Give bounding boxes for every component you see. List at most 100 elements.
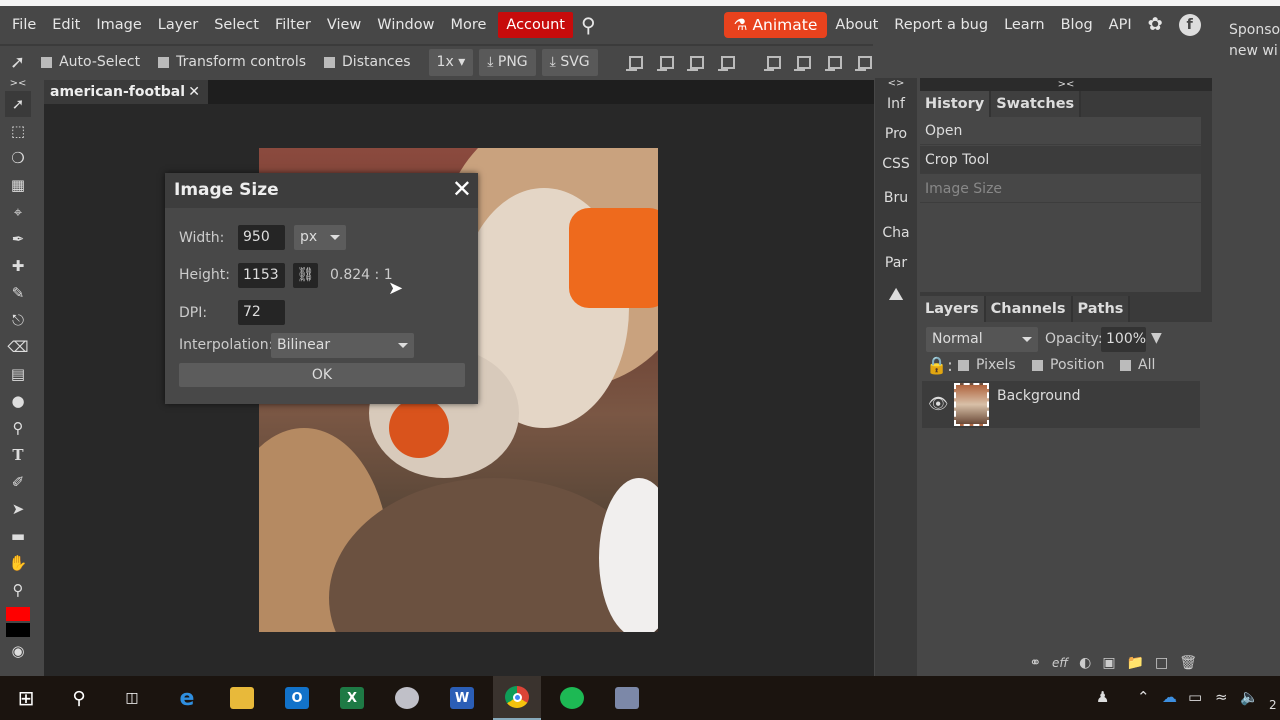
align-center-h-icon[interactable] [656, 53, 673, 71]
mini-brush[interactable]: Bru [875, 190, 917, 206]
close-tab-icon[interactable]: ✕ [188, 80, 200, 104]
twitter-icon[interactable]: ✿ [1140, 12, 1171, 38]
stamp-tool-icon[interactable]: ⎋ [5, 307, 31, 333]
edge-icon[interactable]: e [163, 676, 211, 720]
auto-select-checkbox[interactable]: Auto-Select [41, 54, 140, 70]
magic-wand-tool-icon[interactable]: ▦ [5, 172, 31, 198]
align-left-icon[interactable] [625, 53, 643, 71]
clock[interactable]: 2 [1269, 698, 1277, 712]
excel-icon[interactable]: X [328, 676, 376, 720]
image-icon[interactable]: ⛰ [875, 284, 917, 305]
menu-select[interactable]: Select [206, 12, 267, 38]
path-select-tool-icon[interactable]: ➤ [5, 496, 31, 522]
collapse-icon[interactable]: >< [0, 78, 36, 90]
zoom-tool-icon[interactable]: ⚲ [5, 577, 31, 603]
search-icon[interactable]: ⚲ [55, 676, 103, 720]
move-tool-icon[interactable]: ➚ [5, 91, 31, 117]
search-icon[interactable]: ⚲ [573, 12, 604, 38]
gradient-tool-icon[interactable]: ▤ [5, 361, 31, 387]
expand-icon[interactable]: <> [875, 78, 917, 89]
unit-select[interactable]: px [294, 225, 346, 250]
outlook-icon[interactable]: O [273, 676, 321, 720]
battery-icon[interactable]: ▭ [1188, 688, 1202, 706]
mask-icon[interactable]: ▣ [1102, 655, 1115, 671]
link-about[interactable]: About [827, 12, 886, 38]
app-icon[interactable] [603, 676, 651, 720]
snipping-icon[interactable] [383, 676, 431, 720]
scale-dropdown[interactable]: 1x ▾ [428, 48, 474, 76]
menu-image[interactable]: Image [88, 12, 149, 38]
blur-tool-icon[interactable]: ● [5, 388, 31, 414]
brush-tool-icon[interactable]: ✎ [5, 280, 31, 306]
task-view-icon[interactable]: ◫ [108, 676, 156, 720]
tab-layers[interactable]: Layers [920, 296, 986, 322]
trash-icon[interactable]: 🗑 [1179, 655, 1197, 671]
lock-all-checkbox[interactable]: All [1120, 357, 1155, 373]
eye-icon[interactable]: 👁 [928, 394, 948, 413]
history-item[interactable]: Crop Tool [920, 146, 1201, 174]
eyedropper-tool-icon[interactable]: ✒ [5, 226, 31, 252]
tab-paths[interactable]: Paths [1072, 296, 1131, 322]
volume-icon[interactable]: 🔈 [1240, 688, 1259, 706]
ok-button[interactable]: OK [179, 363, 465, 387]
shape-tool-icon[interactable]: ▬ [5, 523, 31, 549]
collapse-panels-icon[interactable]: >< [920, 78, 1212, 91]
new-layer-icon[interactable]: □ [1155, 655, 1168, 671]
opacity-dropdown-icon[interactable]: ▼ [1151, 330, 1162, 346]
healing-tool-icon[interactable]: ✚ [5, 253, 31, 279]
mini-paragraph[interactable]: Par [875, 255, 917, 271]
tab-swatches[interactable]: Swatches [991, 91, 1082, 117]
align-top-icon[interactable] [763, 53, 781, 71]
chrome-icon[interactable] [493, 676, 541, 720]
export-png-button[interactable]: ⤓ PNG [479, 48, 536, 76]
foreground-color-swatch[interactable] [6, 607, 30, 621]
tab-history[interactable]: History [920, 91, 992, 117]
align-right-icon[interactable] [687, 53, 704, 71]
file-explorer-icon[interactable] [218, 676, 266, 720]
height-input[interactable]: 1153 [238, 263, 285, 288]
menu-view[interactable]: View [319, 12, 369, 38]
document-tab[interactable]: american-footbal ✕ [44, 80, 208, 104]
link-learn[interactable]: Learn [996, 12, 1053, 38]
menu-window[interactable]: Window [369, 12, 442, 38]
link-chain-icon[interactable]: ⛓ [293, 263, 318, 288]
distances-checkbox[interactable]: Distances [324, 54, 411, 70]
history-item[interactable]: Image Size [920, 175, 1201, 203]
adjustment-icon[interactable]: ◐ [1079, 655, 1091, 671]
quick-mask-icon[interactable]: ◉ [5, 638, 31, 664]
pen-tool-icon[interactable]: ✐ [5, 469, 31, 495]
link-layers-icon[interactable]: ⚭ [1029, 655, 1041, 671]
align-middle-icon[interactable] [794, 53, 811, 71]
link-report-bug[interactable]: Report a bug [886, 12, 996, 38]
lasso-tool-icon[interactable]: ❍ [5, 145, 31, 171]
menu-layer[interactable]: Layer [150, 12, 206, 38]
align-bottom-icon[interactable] [824, 53, 842, 71]
opacity-input[interactable]: 100% [1101, 327, 1146, 352]
dpi-input[interactable]: 72 [238, 300, 285, 325]
dodge-tool-icon[interactable]: ⚲ [5, 415, 31, 441]
export-svg-button[interactable]: ⤓ SVG [541, 48, 598, 76]
menu-more[interactable]: More [442, 12, 494, 38]
history-item[interactable]: Open [920, 117, 1201, 145]
marquee-tool-icon[interactable]: ⬚ [5, 118, 31, 144]
close-icon[interactable]: ✕ [452, 175, 472, 203]
account-button[interactable]: Account [498, 12, 573, 38]
distribute-v-icon[interactable] [855, 53, 872, 71]
menu-edit[interactable]: Edit [44, 12, 88, 38]
menu-file[interactable]: File [4, 12, 44, 38]
mini-css[interactable]: CSS [875, 156, 917, 172]
menu-filter[interactable]: Filter [267, 12, 319, 38]
animate-button[interactable]: ⚗ Animate [723, 12, 828, 38]
lock-position-checkbox[interactable]: Position [1032, 357, 1105, 373]
link-api[interactable]: API [1101, 12, 1140, 38]
distribute-h-icon[interactable] [717, 53, 735, 71]
background-color-swatch[interactable] [6, 623, 30, 637]
text-tool-icon[interactable]: T [5, 442, 31, 468]
mini-info[interactable]: Inf [875, 96, 917, 112]
word-icon[interactable]: W [438, 676, 486, 720]
show-hidden-icons[interactable]: ⌃ [1137, 688, 1150, 706]
folder-icon[interactable]: 📁 [1127, 655, 1144, 671]
spotify-icon[interactable] [548, 676, 596, 720]
crop-tool-icon[interactable]: ⌖ [5, 199, 31, 225]
tab-channels[interactable]: Channels [985, 296, 1073, 322]
